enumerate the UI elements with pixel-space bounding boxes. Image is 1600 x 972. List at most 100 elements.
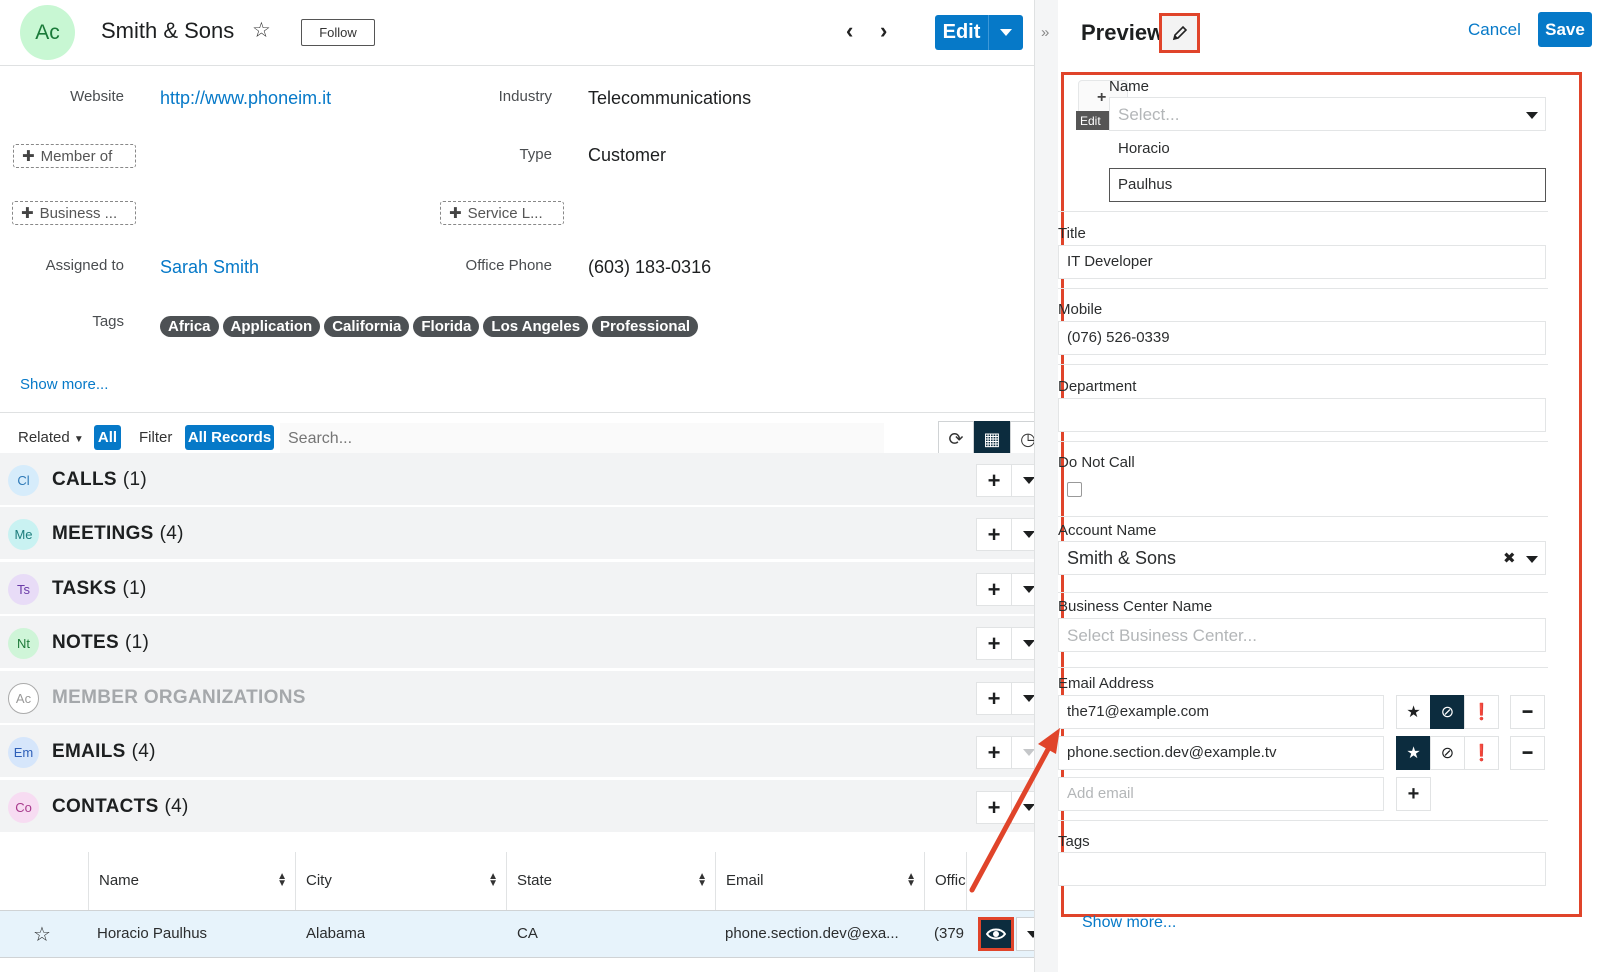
- plus-icon[interactable]: +: [976, 627, 1012, 660]
- opt-out-icon[interactable]: ⊘: [1430, 736, 1465, 770]
- contact-name-link[interactable]: Horacio Paulhus: [97, 925, 207, 942]
- subpanel-title[interactable]: MEMBER ORGANIZATIONS: [52, 687, 306, 709]
- primary-email-star-icon[interactable]: ★: [1396, 736, 1431, 770]
- first-name-input[interactable]: Horacio: [1109, 132, 1546, 166]
- subpanel-contacts[interactable]: Co CONTACTS (4) +: [0, 780, 1034, 834]
- tags-input[interactable]: [1058, 852, 1546, 886]
- chevron-down-icon: [1023, 695, 1034, 702]
- add-email-input[interactable]: Add email: [1058, 777, 1384, 811]
- related-search-input[interactable]: [280, 423, 884, 455]
- show-more-link[interactable]: Show more...: [20, 376, 108, 393]
- column-header-city[interactable]: City ▲ ▼: [295, 852, 506, 910]
- subpanel-emails[interactable]: Em EMAILS (4) +: [0, 725, 1034, 779]
- plus-icon[interactable]: +: [976, 573, 1012, 606]
- subpanel-title[interactable]: TASKS (1): [52, 578, 147, 600]
- related-all-pill[interactable]: All: [94, 425, 121, 450]
- subpanel-calls[interactable]: Cl CALLS (1) +: [0, 453, 1034, 507]
- tag[interactable]: Florida: [413, 316, 480, 337]
- website-link[interactable]: http://www.phoneim.it: [160, 88, 331, 109]
- business-center-select[interactable]: Select Business Center...: [1058, 618, 1546, 652]
- primary-email-star-icon[interactable]: ★: [1396, 695, 1431, 729]
- tag[interactable]: California: [324, 316, 410, 337]
- account-name-select[interactable]: Smith & Sons: [1058, 541, 1546, 575]
- previous-record-icon[interactable]: ‹: [846, 20, 853, 42]
- column-header-name[interactable]: Name ▲ ▼: [88, 852, 295, 910]
- table-row[interactable]: ☆ Horacio Paulhus Alabama CA phone.secti…: [0, 910, 1034, 958]
- plus-icon[interactable]: +: [976, 682, 1012, 715]
- clear-icon[interactable]: ✖: [1503, 549, 1516, 567]
- plus-icon[interactable]: +: [976, 791, 1012, 824]
- mobile-input[interactable]: (076) 526-0339: [1058, 321, 1546, 355]
- subpanel-actions-dropdown[interactable]: [1011, 736, 1034, 769]
- subpanel-actions-dropdown[interactable]: [1011, 682, 1034, 715]
- do-not-call-checkbox[interactable]: [1067, 482, 1082, 497]
- office-phone-value: (603) 183-0316: [588, 257, 712, 277]
- subpanel-name: TASKS: [52, 578, 117, 599]
- tag[interactable]: Los Angeles: [483, 316, 589, 337]
- contact-email-link[interactable]: phone.section.dev@exa...: [725, 925, 915, 942]
- add-service-level-button[interactable]: ✚ Service L...: [440, 201, 564, 225]
- all-records-pill[interactable]: All Records: [185, 425, 274, 450]
- department-input[interactable]: [1058, 398, 1546, 432]
- column-header-email[interactable]: Email ▲ ▼: [715, 852, 924, 910]
- edit-actions-dropdown[interactable]: [989, 15, 1023, 50]
- add-member-of-button[interactable]: ✚ Member of: [13, 144, 136, 168]
- expand-pane-icon[interactable]: »: [1041, 24, 1049, 41]
- chevron-down-icon[interactable]: [1526, 556, 1538, 563]
- subpanel-title[interactable]: NOTES (1): [52, 632, 149, 654]
- business-center-label: Business ...: [39, 204, 118, 222]
- subpanel-actions-dropdown[interactable]: [1011, 791, 1034, 824]
- email-input[interactable]: phone.section.dev@example.tv: [1058, 736, 1384, 770]
- subpanel-title[interactable]: EMAILS (4): [52, 741, 156, 763]
- column-header-state[interactable]: State ▲ ▼: [506, 852, 715, 910]
- title-input[interactable]: IT Developer: [1058, 245, 1546, 279]
- tag[interactable]: Africa: [160, 316, 219, 337]
- remove-email-icon[interactable]: ━: [1510, 736, 1545, 770]
- favorite-star-icon[interactable]: ☆: [252, 20, 271, 41]
- tag[interactable]: Professional: [592, 316, 699, 337]
- list-view-icon[interactable]: ▦: [974, 421, 1010, 457]
- subpanel-member-organizations[interactable]: Ac MEMBER ORGANIZATIONS +: [0, 671, 1034, 725]
- activity-stream-icon[interactable]: ◷: [1010, 421, 1034, 457]
- edit-button[interactable]: Edit: [935, 15, 989, 50]
- salutation-select[interactable]: Select...: [1109, 97, 1546, 131]
- subpanel-notes[interactable]: Nt NOTES (1) +: [0, 616, 1034, 670]
- plus-icon[interactable]: +: [976, 464, 1012, 497]
- plus-icon[interactable]: +: [976, 736, 1012, 769]
- add-business-center-button[interactable]: ✚ Business ...: [12, 201, 136, 225]
- preview-eye-button[interactable]: [978, 917, 1014, 951]
- subpanel-title[interactable]: MEETINGS (4): [52, 523, 184, 545]
- filter-label: Filter: [139, 429, 173, 446]
- cancel-button[interactable]: Cancel: [1468, 20, 1521, 40]
- subpanel-meetings[interactable]: Me MEETINGS (4) +: [0, 507, 1034, 561]
- invalid-email-icon[interactable]: ❗: [1464, 695, 1499, 729]
- assigned-to-link[interactable]: Sarah Smith: [160, 257, 259, 278]
- subpanel-actions-dropdown[interactable]: [1011, 464, 1034, 497]
- remove-email-icon[interactable]: ━: [1510, 695, 1545, 729]
- add-email-plus-icon[interactable]: +: [1396, 777, 1431, 811]
- related-dropdown[interactable]: Related ▼: [18, 429, 84, 446]
- subpanel-tasks[interactable]: Ts TASKS (1) +: [0, 562, 1034, 616]
- subpanel-actions-dropdown[interactable]: [1011, 627, 1034, 660]
- next-record-icon[interactable]: ›: [880, 20, 887, 42]
- column-header-office[interactable]: Offic: [924, 852, 966, 910]
- refresh-icon[interactable]: ⟳: [938, 421, 974, 457]
- invalid-email-icon[interactable]: ❗: [1464, 736, 1499, 770]
- save-button[interactable]: Save: [1538, 12, 1592, 47]
- subpanel-title[interactable]: CALLS (1): [52, 469, 147, 491]
- last-name-input[interactable]: Paulhus: [1109, 168, 1546, 202]
- favorite-star-icon[interactable]: ☆: [33, 922, 51, 947]
- email-input[interactable]: the71@example.com: [1058, 695, 1384, 729]
- edit-pencil-button[interactable]: [1159, 13, 1200, 53]
- subpanel-actions-dropdown[interactable]: [1011, 573, 1034, 606]
- plus-icon[interactable]: +: [976, 518, 1012, 551]
- row-actions-dropdown[interactable]: [1016, 917, 1034, 951]
- chevron-down-icon: [1023, 531, 1034, 538]
- subpanel-actions-dropdown[interactable]: [1011, 518, 1034, 551]
- follow-button[interactable]: Follow: [301, 19, 375, 46]
- show-more-link[interactable]: Show more...: [1082, 914, 1176, 932]
- tag[interactable]: Application: [222, 316, 321, 337]
- opt-out-icon[interactable]: ⊘: [1430, 695, 1465, 729]
- subpanel-title[interactable]: CONTACTS (4): [52, 796, 189, 818]
- pane-divider[interactable]: »: [1034, 0, 1058, 972]
